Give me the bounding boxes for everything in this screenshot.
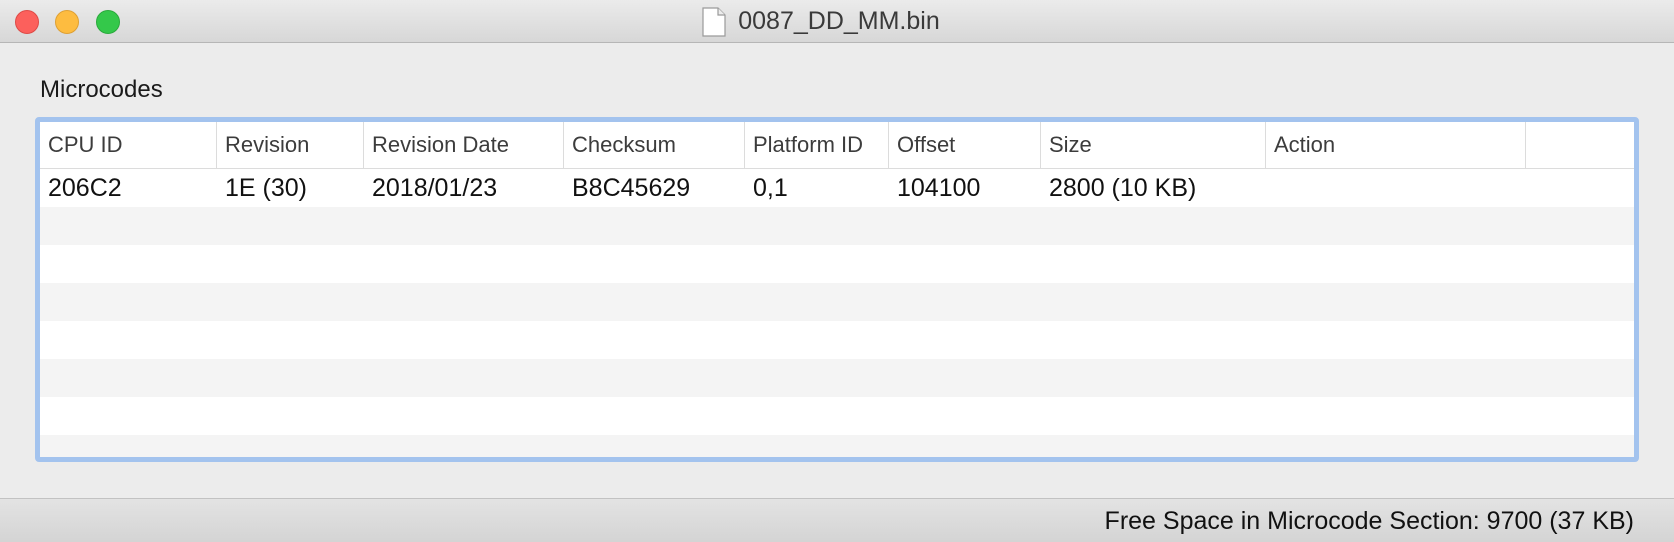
cell-offset: 104100	[897, 174, 981, 202]
empty-row	[40, 283, 1634, 321]
window-title-group: 0087_DD_MM.bin	[0, 0, 1674, 43]
title-bar[interactable]: 0087_DD_MM.bin	[0, 0, 1674, 43]
microcodes-table[interactable]: CPU ID Revision Revision Date Checksum P…	[35, 117, 1639, 462]
column-header-cpu-id[interactable]: CPU ID	[40, 122, 217, 169]
column-header-size[interactable]: Size	[1041, 122, 1266, 169]
app-window: 0087_DD_MM.bin Microcodes CPU ID Revisio…	[0, 0, 1674, 542]
table-header: CPU ID Revision Revision Date Checksum P…	[40, 122, 1634, 169]
free-space-status: Free Space in Microcode Section: 9700 (3…	[1104, 507, 1634, 535]
section-label: Microcodes	[40, 76, 163, 103]
cell-revision-date: 2018/01/23	[372, 174, 498, 202]
column-header-revision[interactable]: Revision	[217, 122, 364, 169]
column-header-action[interactable]: Action	[1266, 122, 1526, 169]
empty-row	[40, 435, 1634, 457]
empty-row	[40, 321, 1634, 359]
document-icon	[702, 6, 726, 37]
table-row[interactable]: 206C2 1E (30) 2018/01/23 B8C45629 0,1 10…	[40, 169, 1634, 207]
empty-row	[40, 359, 1634, 397]
cell-checksum: B8C45629	[572, 174, 691, 202]
cell-size: 2800 (10 KB)	[1049, 174, 1197, 202]
column-header-offset[interactable]: Offset	[889, 122, 1041, 169]
column-header-platform-id[interactable]: Platform ID	[745, 122, 889, 169]
cell-platform-id: 0,1	[753, 174, 788, 202]
window-title: 0087_DD_MM.bin	[738, 7, 940, 35]
empty-row	[40, 245, 1634, 283]
empty-row	[40, 397, 1634, 435]
cell-cpu-id: 206C2	[48, 174, 122, 202]
column-header-checksum[interactable]: Checksum	[564, 122, 745, 169]
cell-action[interactable]	[1266, 169, 1274, 207]
empty-row	[40, 207, 1634, 245]
status-bar: Free Space in Microcode Section: 9700 (3…	[0, 498, 1674, 542]
column-header-revision-date[interactable]: Revision Date	[364, 122, 564, 169]
cell-revision: 1E (30)	[225, 174, 307, 202]
